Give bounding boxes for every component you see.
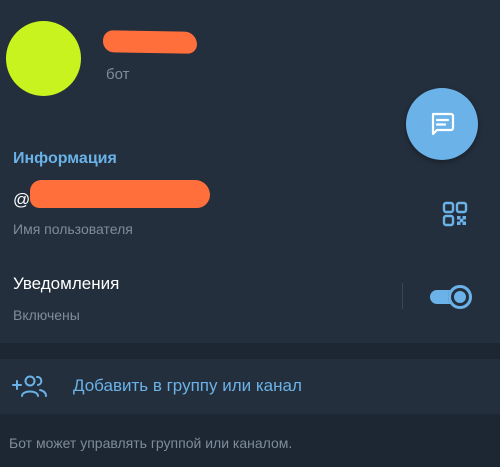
notifications-label[interactable]: Уведомления bbox=[13, 274, 119, 294]
add-to-group-label[interactable]: Добавить в группу или канал bbox=[73, 376, 302, 396]
username-value[interactable]: @ bbox=[13, 190, 30, 210]
toggle-knob bbox=[448, 285, 472, 309]
avatar[interactable] bbox=[6, 21, 81, 96]
add-user-icon bbox=[11, 373, 49, 399]
profile-subtitle: бот bbox=[106, 66, 130, 83]
username-redaction bbox=[30, 180, 210, 208]
add-to-group-hint: Бот может управлять группой или каналом. bbox=[9, 435, 293, 451]
section-title-info: Информация bbox=[13, 150, 117, 167]
notifications-status: Включены bbox=[13, 307, 80, 323]
name-redaction bbox=[102, 30, 198, 54]
message-fab-button[interactable] bbox=[406, 88, 478, 160]
notifications-toggle[interactable] bbox=[428, 283, 474, 311]
qr-code-icon bbox=[442, 201, 468, 227]
qr-code-button[interactable] bbox=[440, 199, 470, 229]
username-caption: Имя пользователя bbox=[13, 221, 133, 237]
chat-icon bbox=[431, 112, 455, 136]
vertical-divider bbox=[402, 283, 403, 309]
